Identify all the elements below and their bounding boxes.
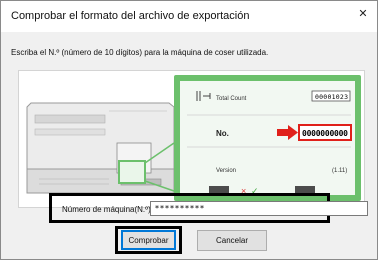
total-count-value: 00001023 <box>315 93 348 101</box>
dialog-title: Comprobar el formato del archivo de expo… <box>11 10 250 22</box>
machine-number-input[interactable]: ********** <box>150 201 368 216</box>
no-label: No. <box>216 129 229 138</box>
check-button-highlight: Comprobar <box>115 226 182 254</box>
no-value: 0000000000 <box>302 129 348 138</box>
close-button[interactable]: ✕ <box>349 1 377 25</box>
export-check-dialog: Comprobar el formato del archivo de expo… <box>0 0 378 260</box>
sewing-machine-icon <box>26 102 175 194</box>
version-value: (1.11) <box>332 168 347 174</box>
close-icon: ✕ <box>358 7 368 20</box>
machine-number-label: Número de máquina(N.º) : <box>62 205 156 214</box>
machine-screen <box>118 160 146 184</box>
instruction-text: Escriba el N.º (número de 10 dígitos) pa… <box>11 48 269 57</box>
machine-number-group: Número de máquina(N.º) : ********** <box>49 193 368 223</box>
check-button[interactable]: Comprobar <box>121 230 176 250</box>
total-count-label: Total Count <box>216 96 247 102</box>
title-bar: Comprobar el formato del archivo de expo… <box>1 1 377 32</box>
version-label: Version <box>216 168 236 174</box>
cancel-button[interactable]: Cancelar <box>197 230 267 251</box>
machine-illustration: × ✓ Total Count 00001023 No. 0000000000 … <box>18 70 365 208</box>
dialog-body: Escriba el N.º (número de 10 dígitos) pa… <box>1 32 377 259</box>
sewing-machine-diagram: × ✓ Total Count 00001023 No. 0000000000 … <box>26 75 361 201</box>
